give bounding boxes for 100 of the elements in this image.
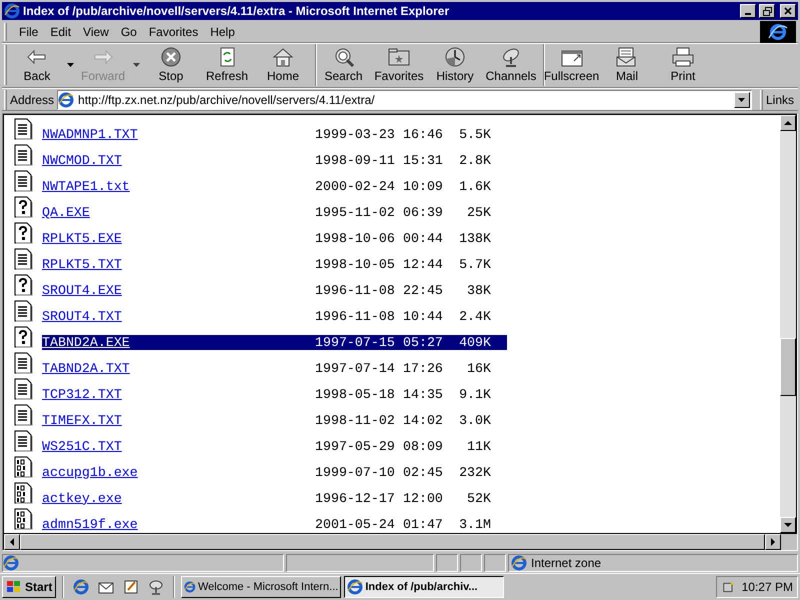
browser-icon xyxy=(73,578,90,595)
file-time: 05:27 xyxy=(403,334,444,352)
close-button[interactable] xyxy=(780,4,796,18)
menu-item[interactable]: Go xyxy=(114,22,143,40)
file-date: 1997-07-15 xyxy=(315,334,396,352)
caret-icon xyxy=(132,63,140,68)
file-size: 9.1K xyxy=(458,386,491,404)
menu-item[interactable]: Edit xyxy=(44,22,78,40)
file-time: 06:39 xyxy=(403,204,444,222)
home-button[interactable]: Home xyxy=(255,44,311,86)
search-button[interactable]: Search xyxy=(315,44,371,86)
file-row[interactable]: NWCMOD.TXT 1998-09-11 15:31 2.8K xyxy=(42,153,507,168)
file-row[interactable]: TABND2A.TXT 1997-07-14 17:26 16K xyxy=(42,361,507,376)
taskbar-button[interactable]: Index of /pub/archiv... xyxy=(344,576,504,598)
menu-item[interactable]: Favorites xyxy=(142,22,204,40)
window-title: Index of /pub/archive/novell/servers/4.11/extra - Microsoft Internet Explorer xyxy=(23,3,450,20)
file-link[interactable]: admn519f.exe xyxy=(42,514,315,534)
file-icon xyxy=(14,170,33,194)
dropdown-button[interactable] xyxy=(734,92,750,108)
file-row[interactable]: admn519f.exe 2001-05-24 01:47 3.1M xyxy=(42,517,507,532)
browser-icon xyxy=(4,3,20,19)
minimize-icon xyxy=(745,13,751,15)
channels-button[interactable]: Channels xyxy=(483,44,539,86)
file-date: 1996-12-17 xyxy=(315,490,396,508)
file-size: 5.5K xyxy=(458,126,491,144)
file-row[interactable]: NWTAPE1.txt 2000-02-24 10:09 1.6K xyxy=(42,179,507,194)
mail-button[interactable]: Mail xyxy=(599,44,655,86)
file-time: 01:47 xyxy=(403,516,444,534)
file-link[interactable]: RPLKT5.TXT xyxy=(42,254,315,275)
file-row[interactable]: WS251C.TXT 1997-05-29 08:09 11K xyxy=(42,439,507,454)
file-time: 22:45 xyxy=(403,282,444,300)
file-row[interactable]: TCP312.TXT 1998-05-18 14:35 9.1K xyxy=(42,387,507,402)
file-icon xyxy=(14,482,33,506)
file-size: 3.1M xyxy=(458,516,491,534)
flag-icon xyxy=(6,580,22,594)
file-row[interactable]: NWADMNP1.TXT 1999-03-23 16:46 5.5K xyxy=(42,127,507,142)
file-row[interactable]: actkey.exe 1996-12-17 12:00 52K xyxy=(42,491,507,506)
menu-item[interactable]: File xyxy=(13,22,44,40)
menu-item[interactable]: View xyxy=(77,22,115,40)
file-row[interactable]: QA.EXE 1995-11-02 06:39 25K xyxy=(42,205,507,220)
restore-icon xyxy=(762,6,772,16)
file-icon xyxy=(14,248,33,272)
file-link[interactable]: TABND2A.TXT xyxy=(42,358,315,379)
file-row[interactable]: SROUT4.EXE 1996-11-08 22:45 38K xyxy=(42,283,507,298)
horizontal-scrollbar[interactable] xyxy=(3,534,797,550)
file-link[interactable]: SROUT4.EXE xyxy=(42,280,315,301)
file-date: 1996-11-08 xyxy=(315,282,396,300)
refresh-button[interactable]: Refresh xyxy=(199,44,255,86)
selected-row[interactable]: TABND2A.EXE 1997-07-15 05:27 409K xyxy=(42,335,507,350)
favorites-icon xyxy=(387,47,411,68)
file-link[interactable]: TIMEFX.TXT xyxy=(42,410,315,431)
file-date: 1998-10-06 xyxy=(315,230,396,248)
file-row[interactable]: TIMEFX.TXT 1998-11-02 14:02 3.0K xyxy=(42,413,507,428)
file-row[interactable]: accupg1b.exe 1999-07-10 02:45 232K xyxy=(42,465,507,480)
file-size: 138K xyxy=(458,230,491,248)
file-date: 2001-05-24 xyxy=(315,516,396,534)
taskbar-button[interactable]: Welcome - Microsoft Intern... xyxy=(181,576,342,598)
file-icon xyxy=(14,430,33,454)
file-link[interactable]: NWADMNP1.TXT xyxy=(42,124,315,145)
file-time: 00:44 xyxy=(403,230,444,248)
file-date: 1998-09-11 xyxy=(315,152,396,170)
file-date: 1995-11-02 xyxy=(315,204,396,222)
links-button[interactable]: Links xyxy=(766,90,794,109)
file-link[interactable]: NWTAPE1.txt xyxy=(42,176,315,197)
start-button[interactable]: Start xyxy=(2,576,56,598)
file-row[interactable]: RPLKT5.EXE 1998-10-06 00:44 138K xyxy=(42,231,507,246)
file-link[interactable]: RPLKT5.EXE xyxy=(42,228,315,249)
back-button[interactable]: Back xyxy=(11,44,63,86)
file-link[interactable]: accupg1b.exe xyxy=(42,462,315,483)
history-button[interactable]: History xyxy=(427,44,483,86)
file-size: 3.0K xyxy=(458,412,491,430)
browser-icon xyxy=(184,578,196,595)
page-icon xyxy=(3,554,19,571)
file-time: 12:00 xyxy=(403,490,444,508)
file-link[interactable]: SROUT4.TXT xyxy=(42,306,315,327)
file-link[interactable]: QA.EXE xyxy=(42,202,315,223)
file-date: 1999-07-10 xyxy=(315,464,396,482)
file-link[interactable]: actkey.exe xyxy=(42,488,315,509)
file-link[interactable]: WS251C.TXT xyxy=(42,436,315,457)
file-time: 17:26 xyxy=(403,360,444,378)
stop-button[interactable]: Stop xyxy=(143,44,199,86)
file-link[interactable]: TABND2A.EXE xyxy=(42,332,315,353)
scroll-thumb[interactable] xyxy=(780,338,796,396)
file-icon xyxy=(14,352,33,376)
restore-button[interactable] xyxy=(759,4,775,18)
clock: 10:27 PM xyxy=(742,578,793,596)
file-link[interactable]: TCP312.TXT xyxy=(42,384,315,405)
file-size: 2.8K xyxy=(458,152,491,170)
print-button[interactable]: Print xyxy=(655,44,711,86)
favorites-button[interactable]: Favorites xyxy=(371,44,427,86)
file-row[interactable]: RPLKT5.TXT 1998-10-05 12:44 5.7K xyxy=(42,257,507,272)
minimize-button[interactable] xyxy=(740,4,756,18)
menu-item[interactable]: Help xyxy=(204,22,241,40)
file-row[interactable]: SROUT4.TXT 1996-11-08 10:44 2.4K xyxy=(42,309,507,324)
file-icon xyxy=(14,326,33,350)
arrow-icon xyxy=(784,119,792,128)
vertical-scrollbar[interactable] xyxy=(780,115,796,534)
file-link[interactable]: NWCMOD.TXT xyxy=(42,150,315,171)
fullscreen-button[interactable]: Fullscreen xyxy=(543,44,599,86)
file-size: 232K xyxy=(458,464,491,482)
